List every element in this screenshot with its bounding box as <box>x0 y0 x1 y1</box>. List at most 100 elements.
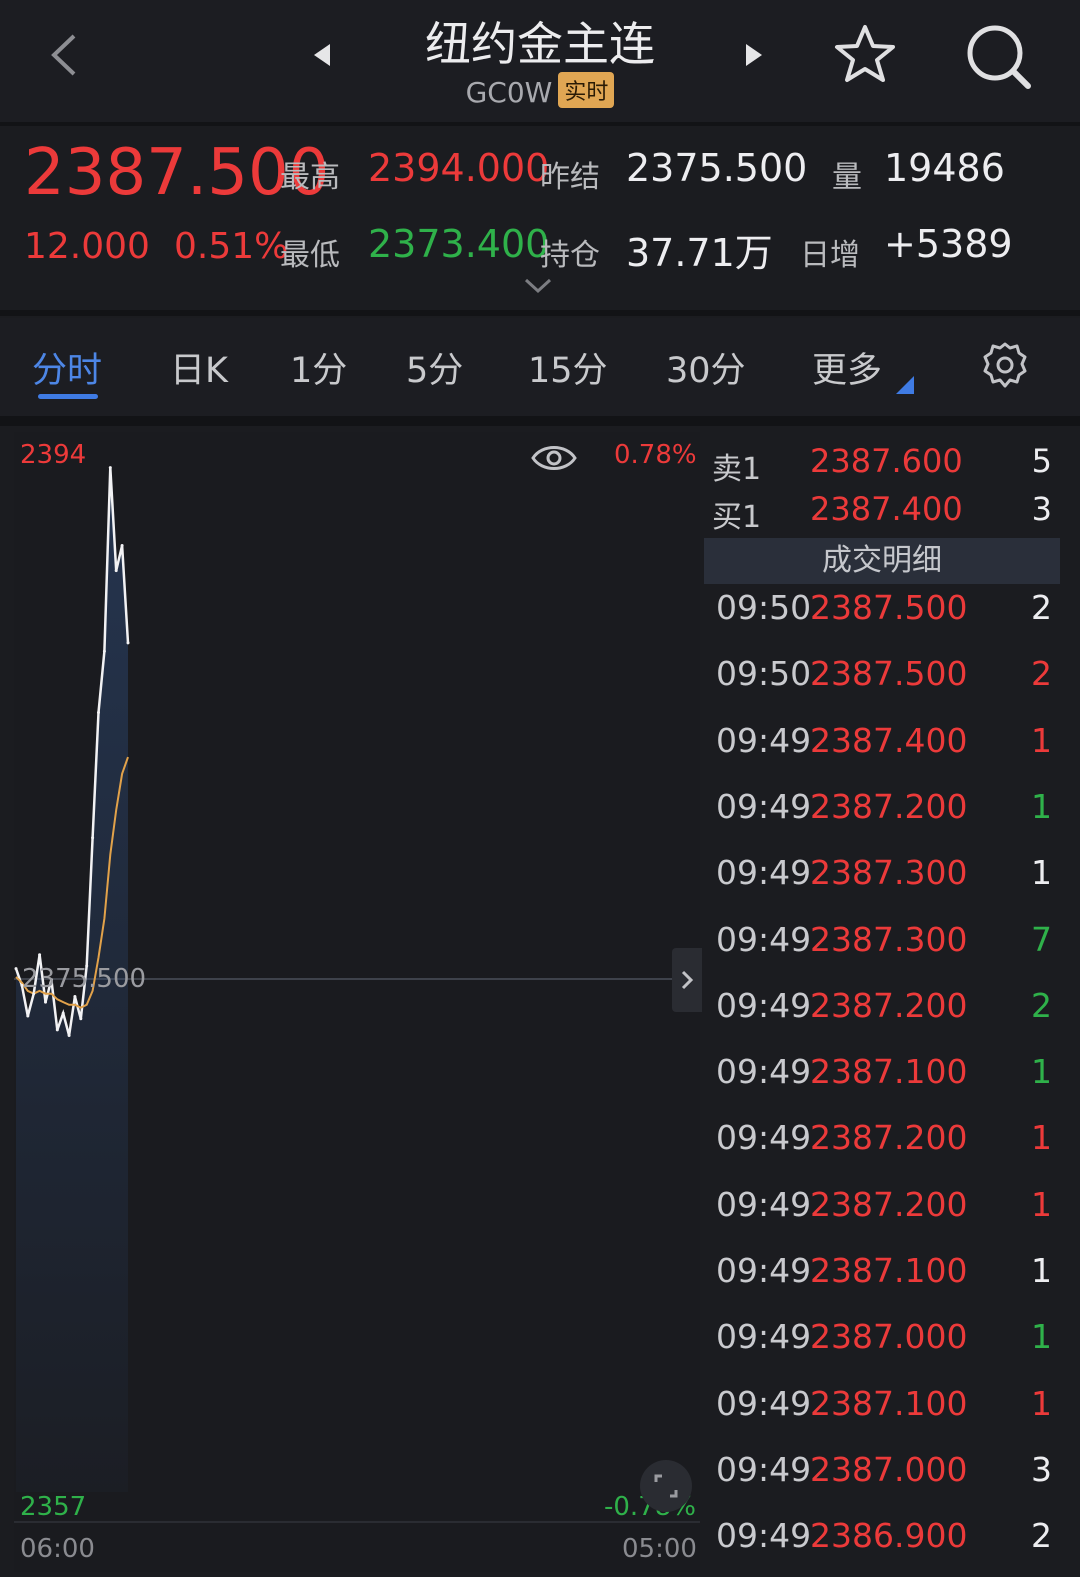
high-label: 最高 <box>280 160 340 195</box>
divider <box>0 310 1080 316</box>
open-interest-value: 37.71万 <box>626 231 773 275</box>
ask-label: 卖1 <box>712 452 762 487</box>
trade-time: 09:49 <box>716 1383 812 1423</box>
expand-chevron-icon[interactable] <box>523 276 553 300</box>
expand-panel-icon[interactable] <box>672 948 702 1012</box>
fullscreen-icon[interactable] <box>640 1460 692 1512</box>
trade-row: 09:49 2386.900 2 <box>704 1506 1060 1568</box>
trade-time: 09:49 <box>716 1184 812 1224</box>
period-tabs: 分时 日K 1分 5分 15分 30分 更多 <box>0 318 1080 416</box>
price-change: 12.000 <box>24 226 150 267</box>
intraday-chart[interactable] <box>14 432 700 1572</box>
realtime-badge: 实时 <box>558 72 615 108</box>
price-point <box>67 1034 71 1037</box>
tab-5min[interactable]: 5分 <box>406 342 463 393</box>
tab-daily-k[interactable]: 日K <box>170 342 228 393</box>
trade-time: 09:49 <box>716 1317 812 1357</box>
trade-volume: 2 <box>1031 654 1052 694</box>
daily-change-label: 日增 <box>800 238 860 273</box>
chart-start-time: 06:00 <box>20 1534 95 1564</box>
trade-row: 09:49 2387.100 1 <box>704 1042 1060 1104</box>
trade-row: 09:49 2387.000 3 <box>704 1440 1060 1502</box>
trade-price: 2387.200 <box>810 985 968 1025</box>
trade-volume: 7 <box>1031 919 1052 959</box>
trade-price: 2387.000 <box>810 1317 968 1357</box>
search-icon[interactable] <box>962 20 1034 96</box>
tab-more[interactable]: 更多 <box>812 342 882 393</box>
symbol-row: GC0W 实时 <box>0 72 1080 109</box>
daily-change-value: +5389 <box>884 222 1013 266</box>
trade-time: 09:49 <box>716 1251 812 1290</box>
trade-time: 09:49 <box>716 1118 812 1158</box>
trade-volume: 2 <box>1031 1516 1052 1556</box>
trade-price: 2387.300 <box>810 919 968 959</box>
eye-icon[interactable] <box>530 440 578 480</box>
ask-row: 卖1 2387.600 5 <box>704 438 1060 487</box>
chart-end-time: 05:00 <box>622 1534 697 1564</box>
trade-volume: 2 <box>1031 588 1052 627</box>
open-interest-label: 持仓 <box>540 238 600 273</box>
price-point <box>79 1017 83 1021</box>
price-point <box>55 1028 59 1032</box>
quote-panel: 2387.500 12.000 0.51% 最高 2394.000 最低 237… <box>0 126 1080 310</box>
chart-top-pct: 0.78% <box>614 440 697 470</box>
trade-time: 09:49 <box>716 919 812 959</box>
price-point <box>114 569 118 573</box>
volume-value: 19486 <box>884 146 1005 190</box>
trade-row: 09:49 2387.100 1 <box>704 1241 1060 1303</box>
trade-price: 2387.100 <box>810 1383 968 1423</box>
price-point <box>120 544 124 547</box>
trade-time: 09:49 <box>716 853 812 893</box>
bid-price: 2387.400 <box>810 490 963 528</box>
low-value: 2373.400 <box>368 222 550 266</box>
trade-time: 09:49 <box>716 985 812 1025</box>
star-icon[interactable] <box>832 22 898 92</box>
next-contract-icon[interactable] <box>740 40 766 74</box>
trade-price: 2387.000 <box>810 1449 968 1489</box>
trade-time: 09:49 <box>716 720 812 760</box>
symbol-code: GC0W <box>465 76 553 109</box>
tab-1min[interactable]: 1分 <box>290 342 347 393</box>
trade-row: 09:49 2387.300 7 <box>704 910 1060 972</box>
trade-time: 09:49 <box>716 1449 812 1489</box>
trade-time: 09:49 <box>716 786 812 826</box>
gear-icon[interactable] <box>980 340 1030 394</box>
trade-volume: 1 <box>1031 1118 1052 1158</box>
page-title: 纽约金主连 <box>425 17 655 71</box>
trade-row: 09:49 2387.200 2 <box>704 976 1060 1038</box>
trade-price: 2387.100 <box>810 1052 968 1092</box>
price-change-pct: 0.51% <box>174 226 289 267</box>
price-point <box>38 953 42 957</box>
tab-30min[interactable]: 30分 <box>666 342 746 393</box>
prev-settle-label: 昨结 <box>540 160 600 195</box>
divider <box>0 416 1080 426</box>
bid-volume: 3 <box>1031 490 1052 528</box>
price-point <box>97 711 100 714</box>
low-label: 最低 <box>280 238 340 273</box>
price-point <box>44 1000 47 1004</box>
tab-15min[interactable]: 15分 <box>528 342 608 393</box>
trade-volume: 1 <box>1031 1251 1052 1290</box>
price-point <box>108 466 112 470</box>
trade-time: 09:49 <box>716 1516 812 1556</box>
price-point <box>91 836 95 840</box>
trade-time: 09:50 <box>716 654 812 694</box>
price-point <box>126 641 130 645</box>
trade-row: 09:50 2387.500 2 <box>704 644 1060 706</box>
trade-volume: 1 <box>1031 1052 1052 1092</box>
prev-settle-value: 2375.500 <box>626 146 808 190</box>
trade-price: 2387.300 <box>810 853 968 893</box>
ask-price: 2387.600 <box>810 442 963 480</box>
high-value: 2394.000 <box>368 146 550 190</box>
trade-row: 09:49 2387.300 1 <box>704 843 1060 905</box>
chart-canvas <box>14 432 700 1572</box>
trade-volume: 2 <box>1031 985 1052 1025</box>
more-dropdown-icon <box>896 376 914 394</box>
trade-volume: 1 <box>1031 1184 1052 1224</box>
trade-row: 09:49 2387.200 1 <box>704 1108 1060 1170</box>
trade-price: 2386.900 <box>810 1516 968 1556</box>
trade-row: 09:50 2387.500 2 <box>704 578 1060 640</box>
trade-price: 2387.500 <box>810 588 968 627</box>
tab-intraday[interactable]: 分时 <box>32 342 102 393</box>
bid-row: 买1 2387.400 3 <box>704 486 1060 535</box>
